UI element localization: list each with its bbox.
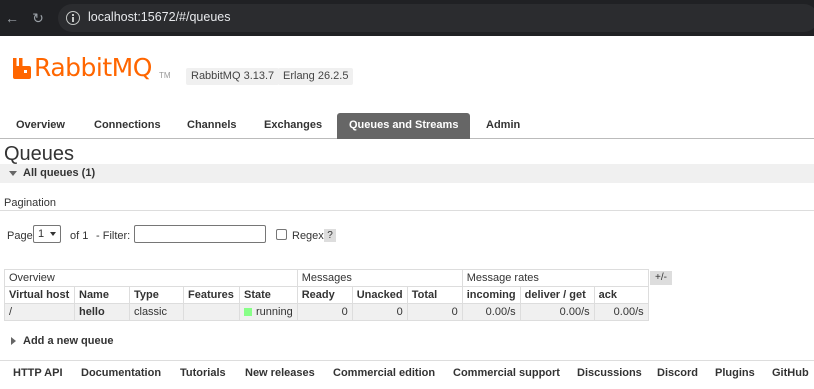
logo-text: RabbitMQ bbox=[34, 53, 152, 82]
tab-connections[interactable]: Connections bbox=[82, 113, 173, 139]
rabbitmq-logo-icon bbox=[13, 58, 31, 79]
cell-unacked: 0 bbox=[351, 303, 408, 321]
page-count: of 1 bbox=[70, 230, 89, 242]
arrow-back-icon[interactable]: ← bbox=[3, 9, 21, 27]
expand-triangle-icon bbox=[11, 337, 16, 345]
col-name[interactable]: Name bbox=[74, 286, 130, 304]
col-unacked[interactable]: Unacked bbox=[351, 286, 408, 304]
col-incoming[interactable]: incoming bbox=[461, 286, 521, 304]
footer-link-discord[interactable]: Discord bbox=[657, 367, 698, 379]
footer-link-documentation[interactable]: Documentation bbox=[81, 367, 161, 379]
cell-vhost: / bbox=[4, 303, 75, 321]
footer-link-tutorials[interactable]: Tutorials bbox=[180, 367, 226, 379]
col-type[interactable]: Type bbox=[129, 286, 184, 304]
col-ready[interactable]: Ready bbox=[296, 286, 353, 304]
cell-incoming: 0.00/s bbox=[461, 303, 521, 321]
col-ack[interactable]: ack bbox=[593, 286, 649, 304]
collapse-triangle-icon bbox=[9, 171, 17, 176]
footer-divider bbox=[0, 360, 814, 361]
col-deliver-get[interactable]: deliver / get bbox=[519, 286, 595, 304]
filter-label: - Filter: bbox=[96, 230, 131, 242]
footer-link-commercial-support[interactable]: Commercial support bbox=[453, 367, 560, 379]
tab-channels[interactable]: Channels bbox=[175, 113, 249, 139]
table-row[interactable]: / hello classic running 0 0 0 0.00/s 0.0… bbox=[4, 303, 649, 321]
tab-queues-and-streams[interactable]: Queues and Streams bbox=[337, 113, 471, 139]
logo-trademark: TM bbox=[159, 71, 171, 80]
regex-label: Regex bbox=[292, 230, 324, 242]
cell-type: classic bbox=[129, 303, 184, 321]
tab-exchanges[interactable]: Exchanges bbox=[252, 113, 334, 139]
page-title: Queues bbox=[4, 143, 75, 165]
cell-ack: 0.00/s bbox=[593, 303, 649, 321]
main-nav-tabs: Overview Connections Channels Exchanges … bbox=[0, 113, 814, 139]
queues-table: Overview Messages Message rates Virtual … bbox=[4, 269, 649, 321]
col-state[interactable]: State bbox=[239, 286, 298, 304]
erlang-version: Erlang 26.2.5 bbox=[278, 68, 354, 85]
group-message-rates: Message rates bbox=[461, 269, 649, 287]
footer-link-http-api[interactable]: HTTP API bbox=[13, 367, 63, 379]
info-icon[interactable] bbox=[66, 11, 80, 25]
footer-link-plugins[interactable]: Plugins bbox=[715, 367, 755, 379]
footer-link-discussions[interactable]: Discussions bbox=[577, 367, 642, 379]
pagination-heading: Pagination bbox=[4, 197, 56, 209]
address-bar[interactable]: localhost:15672/#/queues bbox=[58, 4, 814, 32]
cell-ready: 0 bbox=[296, 303, 353, 321]
all-queues-section-toggle[interactable]: All queues (1) bbox=[0, 164, 814, 183]
footer-link-github[interactable]: GitHub bbox=[772, 367, 809, 379]
col-total[interactable]: Total bbox=[406, 286, 463, 304]
page-label: Page bbox=[7, 230, 33, 242]
regex-checkbox[interactable] bbox=[276, 229, 287, 240]
url-text[interactable]: localhost:15672/#/queues bbox=[88, 10, 230, 24]
rabbitmq-version: RabbitMQ 3.13.7 bbox=[186, 68, 280, 85]
section-title: All queues (1) bbox=[23, 167, 96, 179]
filter-input[interactable] bbox=[134, 225, 266, 243]
footer-link-new-releases[interactable]: New releases bbox=[245, 367, 315, 379]
running-status-icon bbox=[244, 308, 252, 316]
regex-help-button[interactable]: ? bbox=[324, 229, 336, 242]
divider bbox=[0, 210, 814, 211]
queue-name-link[interactable]: hello bbox=[74, 303, 130, 321]
group-messages: Messages bbox=[296, 269, 463, 287]
group-overview: Overview bbox=[4, 269, 298, 287]
reload-icon[interactable]: ↻ bbox=[29, 9, 47, 27]
state-text: running bbox=[256, 306, 293, 318]
page-select[interactable]: 1 bbox=[33, 225, 61, 243]
cell-state: running bbox=[239, 303, 298, 321]
footer-link-commercial-edition[interactable]: Commercial edition bbox=[333, 367, 435, 379]
cell-features bbox=[183, 303, 240, 321]
col-virtual-host[interactable]: Virtual host bbox=[4, 286, 75, 304]
tab-overview[interactable]: Overview bbox=[4, 113, 77, 139]
cell-deliver-get: 0.00/s bbox=[519, 303, 595, 321]
cell-total: 0 bbox=[406, 303, 463, 321]
browser-toolbar: ← ↻ localhost:15672/#/queues bbox=[0, 0, 814, 36]
tab-admin[interactable]: Admin bbox=[474, 113, 532, 139]
add-new-queue-toggle[interactable]: Add a new queue bbox=[23, 335, 113, 347]
col-features[interactable]: Features bbox=[183, 286, 240, 304]
column-toggle-button[interactable]: +/- bbox=[650, 271, 672, 285]
